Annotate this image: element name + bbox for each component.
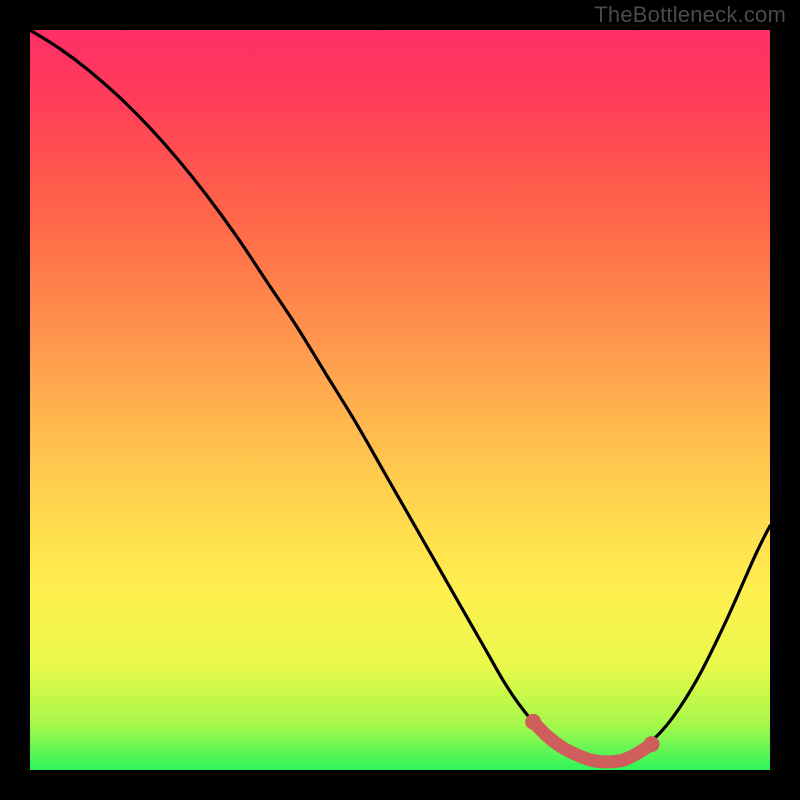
- highlight-start-dot: [525, 714, 541, 730]
- highlight-end-dot: [644, 736, 660, 752]
- chart-container: TheBottleneck.com: [0, 0, 800, 800]
- highlight-segment: [533, 722, 651, 762]
- watermark-text: TheBottleneck.com: [594, 2, 786, 28]
- curve-layer: [30, 30, 770, 770]
- plot-area: [30, 30, 770, 770]
- bottleneck-curve: [30, 30, 770, 762]
